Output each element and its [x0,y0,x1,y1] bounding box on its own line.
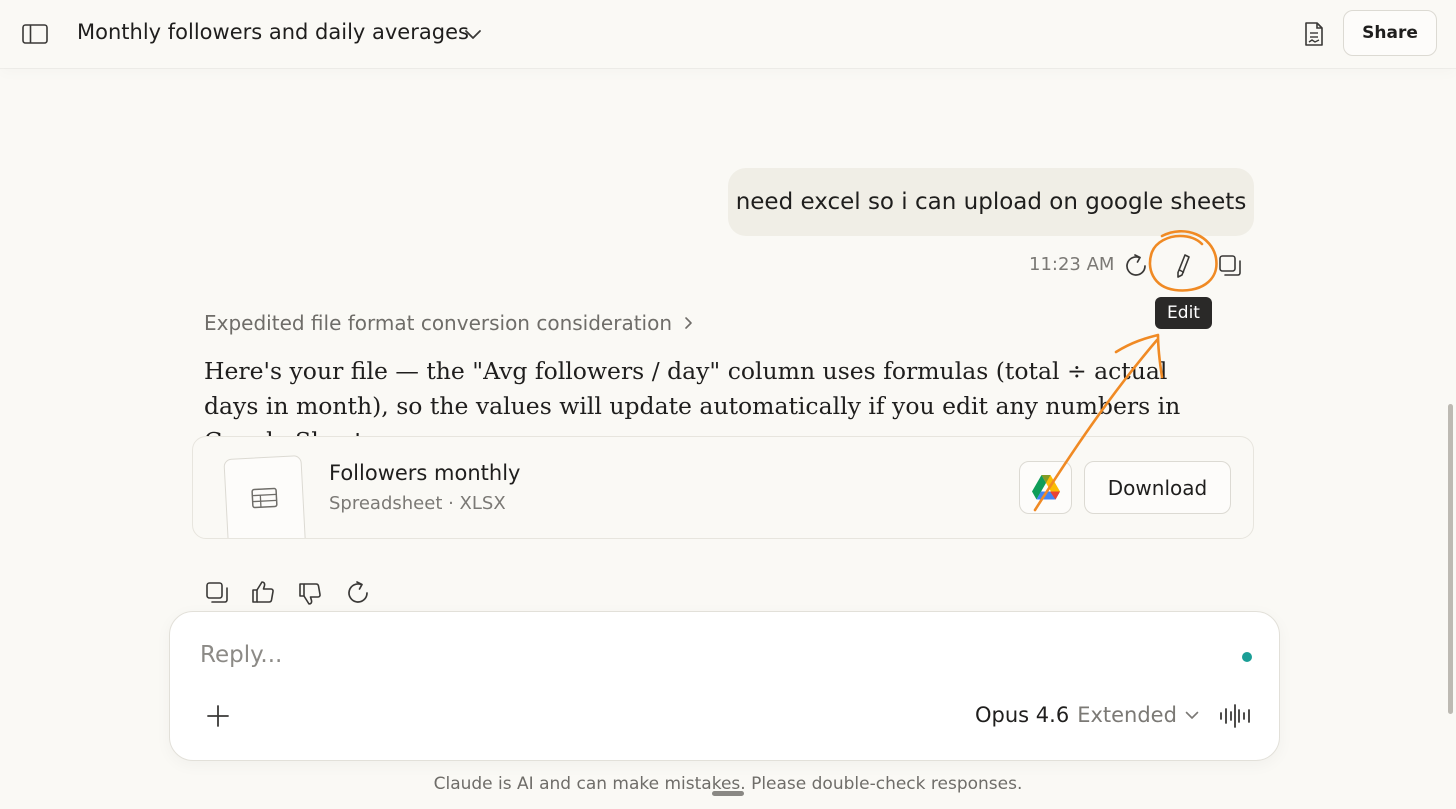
chevron-down-icon[interactable] [462,24,484,44]
reply-input[interactable] [200,642,1200,668]
spreadsheet-icon [251,487,278,509]
file-name: Followers monthly [329,461,521,485]
retry-icon[interactable] [1122,252,1150,280]
conversation-title[interactable]: Monthly followers and daily averages [77,20,469,44]
copy-icon[interactable] [1216,252,1244,280]
model-name: Opus 4.6 [975,703,1070,727]
voice-waveform-icon[interactable] [1218,704,1252,728]
thinking-summary[interactable]: Expedited file format conversion conside… [204,311,694,335]
scrollbar[interactable] [1448,404,1453,714]
share-button[interactable]: Share [1343,10,1437,56]
file-meta: Spreadsheet · XLSX [329,493,506,514]
google-drive-icon [1031,475,1060,500]
download-button[interactable]: Download [1084,461,1231,514]
retry-response-icon[interactable] [344,579,372,607]
thumbs-up-icon[interactable] [250,578,276,606]
save-to-drive-button[interactable] [1019,461,1072,514]
thumbs-down-icon[interactable] [297,580,323,608]
reply-composer: Opus 4.6 Extended [169,611,1280,761]
document-icon[interactable] [1302,20,1326,48]
plus-icon[interactable] [206,704,230,728]
thinking-summary-label: Expedited file format conversion conside… [204,311,673,335]
chevron-down-icon [1185,711,1199,720]
user-message-bubble: need excel so i can upload on google she… [728,168,1254,236]
model-mode: Extended [1077,703,1177,727]
model-selector[interactable]: Opus 4.6 Extended [975,703,1199,727]
chevron-right-icon [684,316,694,330]
copy-response-icon[interactable] [204,580,230,606]
file-thumbnail [223,455,307,538]
home-indicator [712,791,744,796]
sidebar-toggle-icon[interactable] [22,22,48,46]
file-attachment-card[interactable]: Followers monthly Spreadsheet · XLSX Dow… [192,436,1254,539]
message-timestamp: 11:23 AM [1029,254,1115,275]
status-dot [1242,652,1252,662]
edit-tooltip: Edit [1155,297,1212,329]
pencil-icon[interactable] [1170,251,1196,281]
